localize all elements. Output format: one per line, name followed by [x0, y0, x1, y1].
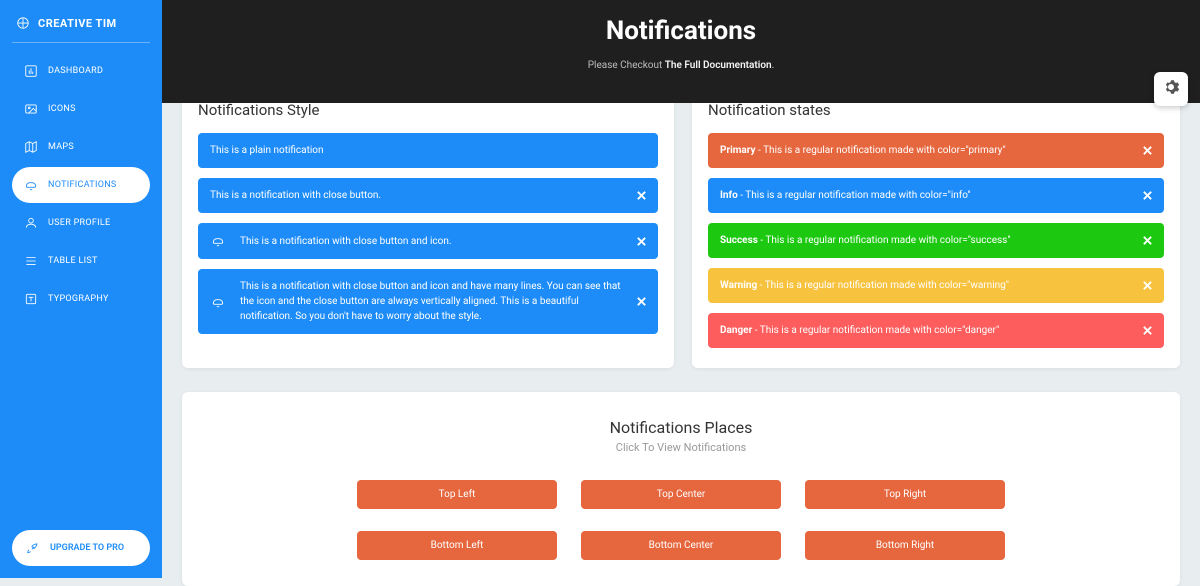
sidebar-item-label: TYPOGRAPHY [48, 294, 109, 304]
alert-text: Success - This is a regular notification… [720, 233, 1035, 248]
settings-fab[interactable] [1154, 72, 1188, 106]
bell-icon [210, 294, 226, 310]
alert-plain: This is a plain notification [198, 133, 658, 168]
sidebar-item-label: USER PROFILE [48, 218, 110, 228]
alert-text: Danger - This is a regular notification … [720, 323, 1023, 338]
main: Notifications Please Checkout The Full D… [162, 0, 1200, 578]
page-title: Notifications [162, 16, 1200, 46]
card-title: Notification states [708, 101, 1164, 119]
position-bottom-right-button[interactable]: Bottom Right [805, 531, 1005, 560]
alert-state-info: Info - This is a regular notification ma… [708, 178, 1164, 213]
map-icon [24, 140, 38, 154]
sidebar-item-label: ICONS [48, 104, 76, 114]
alert-text: Primary - This is a regular notification… [720, 143, 1030, 158]
alert-text: This is a notification with close button… [210, 188, 405, 203]
image-icon [24, 102, 38, 116]
notification-states-card: Notification states Primary - This is a … [692, 85, 1180, 368]
sidebar-item-user-profile[interactable]: USER PROFILE [12, 205, 150, 241]
places-title: Notifications Places [202, 418, 1160, 437]
brand[interactable]: CREATIVE TIM [12, 10, 150, 38]
divider [12, 42, 150, 43]
gear-icon [1162, 78, 1180, 100]
notifications-style-card: Notifications Style This is a plain noti… [182, 85, 674, 368]
rocket-icon [26, 541, 40, 555]
close-icon[interactable] [1140, 234, 1154, 248]
alert-long: This is a notification with close button… [198, 269, 658, 334]
brand-icon [16, 16, 30, 30]
close-icon[interactable] [1140, 144, 1154, 158]
close-icon[interactable] [634, 295, 648, 309]
page-subtitle: Please Checkout The Full Documentation. [162, 60, 1200, 71]
alert-state-success: Success - This is a regular notification… [708, 223, 1164, 258]
bell-icon [24, 178, 38, 192]
sidebar: CREATIVE TIM DASHBOARD ICONS MAPS NOTIFI… [0, 0, 162, 578]
sidebar-item-icons[interactable]: ICONS [12, 91, 150, 127]
alert-with-close: This is a notification with close button… [198, 178, 658, 213]
alert-text: Warning - This is a regular notification… [720, 278, 1033, 293]
content: Notifications Style This is a plain noti… [162, 85, 1200, 586]
position-top-center-button[interactable]: Top Center [581, 480, 781, 509]
brand-label: CREATIVE TIM [38, 17, 117, 30]
bell-icon [210, 233, 226, 249]
alert-text: Info - This is a regular notification ma… [720, 188, 995, 203]
sidebar-item-maps[interactable]: MAPS [12, 129, 150, 165]
sidebar-item-label: DASHBOARD [48, 66, 103, 76]
close-icon[interactable] [634, 189, 648, 203]
sidebar-item-notifications[interactable]: NOTIFICATIONS [12, 167, 150, 203]
position-bottom-center-button[interactable]: Bottom Center [581, 531, 781, 560]
alert-text: This is a plain notification [210, 143, 348, 158]
alert-state-primary: Primary - This is a regular notification… [708, 133, 1164, 168]
notifications-places-card: Notifications Places Click To View Notif… [182, 392, 1180, 586]
sidebar-item-typography[interactable]: TYPOGRAPHY [12, 281, 150, 317]
position-bottom-left-button[interactable]: Bottom Left [357, 531, 557, 560]
close-icon[interactable] [1140, 279, 1154, 293]
upgrade-label: UPGRADE TO PRO [50, 543, 124, 553]
sidebar-item-table-list[interactable]: TABLE LIST [12, 243, 150, 279]
text-icon [24, 292, 38, 306]
card-title: Notifications Style [198, 101, 658, 119]
sidebar-item-label: MAPS [48, 142, 74, 152]
sidebar-item-label: TABLE LIST [48, 256, 98, 266]
nav: DASHBOARD ICONS MAPS NOTIFICATIONS USER … [12, 53, 150, 317]
alert-text: This is a notification with close button… [240, 234, 476, 249]
close-icon[interactable] [1140, 189, 1154, 203]
places-subtitle: Click To View Notifications [202, 441, 1160, 454]
close-icon[interactable] [634, 234, 648, 248]
chart-icon [24, 64, 38, 78]
page-header: Notifications Please Checkout The Full D… [162, 0, 1200, 103]
list-icon [24, 254, 38, 268]
alert-state-warning: Warning - This is a regular notification… [708, 268, 1164, 303]
alert-with-icon: This is a notification with close button… [198, 223, 658, 259]
close-icon[interactable] [1140, 324, 1154, 338]
position-top-right-button[interactable]: Top Right [805, 480, 1005, 509]
sidebar-item-label: NOTIFICATIONS [48, 180, 117, 190]
upgrade-button[interactable]: UPGRADE TO PRO [12, 530, 150, 566]
documentation-link[interactable]: The Full Documentation [665, 60, 772, 71]
position-top-left-button[interactable]: Top Left [357, 480, 557, 509]
sidebar-item-dashboard[interactable]: DASHBOARD [12, 53, 150, 89]
alert-text: This is a notification with close button… [240, 279, 646, 324]
user-icon [24, 216, 38, 230]
alert-state-danger: Danger - This is a regular notification … [708, 313, 1164, 348]
